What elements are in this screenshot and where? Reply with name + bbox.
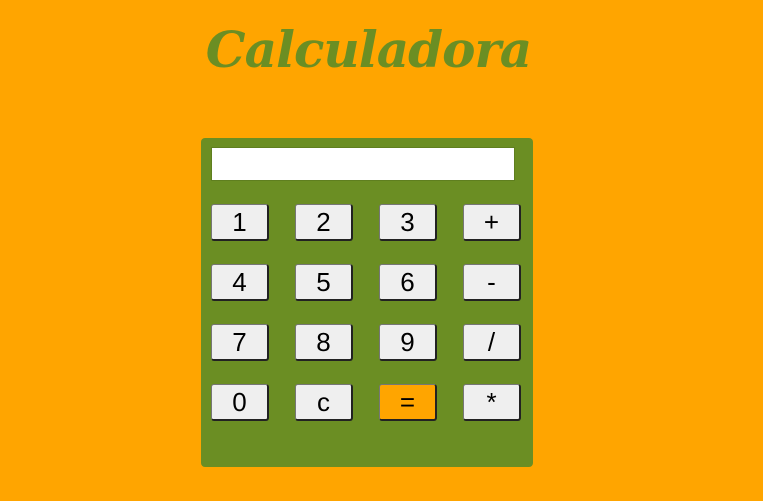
key-3-button[interactable]: 3 [379, 204, 437, 241]
clear-button[interactable]: c [295, 384, 353, 421]
key-1-button[interactable]: 1 [211, 204, 269, 241]
divide-button[interactable]: / [463, 324, 521, 361]
key-8-button[interactable]: 8 [295, 324, 353, 361]
key-4-button[interactable]: 4 [211, 264, 269, 301]
calculator-display[interactable] [211, 147, 515, 181]
page-title: Calculadora [205, 20, 532, 79]
subtract-button[interactable]: - [463, 264, 521, 301]
key-0-button[interactable]: 0 [211, 384, 269, 421]
add-button[interactable]: + [463, 204, 521, 241]
calculator-panel: 1 2 3 + 4 5 6 - 7 8 9 / 0 c = * [201, 138, 533, 467]
key-6-button[interactable]: 6 [379, 264, 437, 301]
key-7-button[interactable]: 7 [211, 324, 269, 361]
equals-button[interactable]: = [379, 384, 437, 421]
key-2-button[interactable]: 2 [295, 204, 353, 241]
multiply-button[interactable]: * [463, 384, 521, 421]
key-9-button[interactable]: 9 [379, 324, 437, 361]
key-5-button[interactable]: 5 [295, 264, 353, 301]
